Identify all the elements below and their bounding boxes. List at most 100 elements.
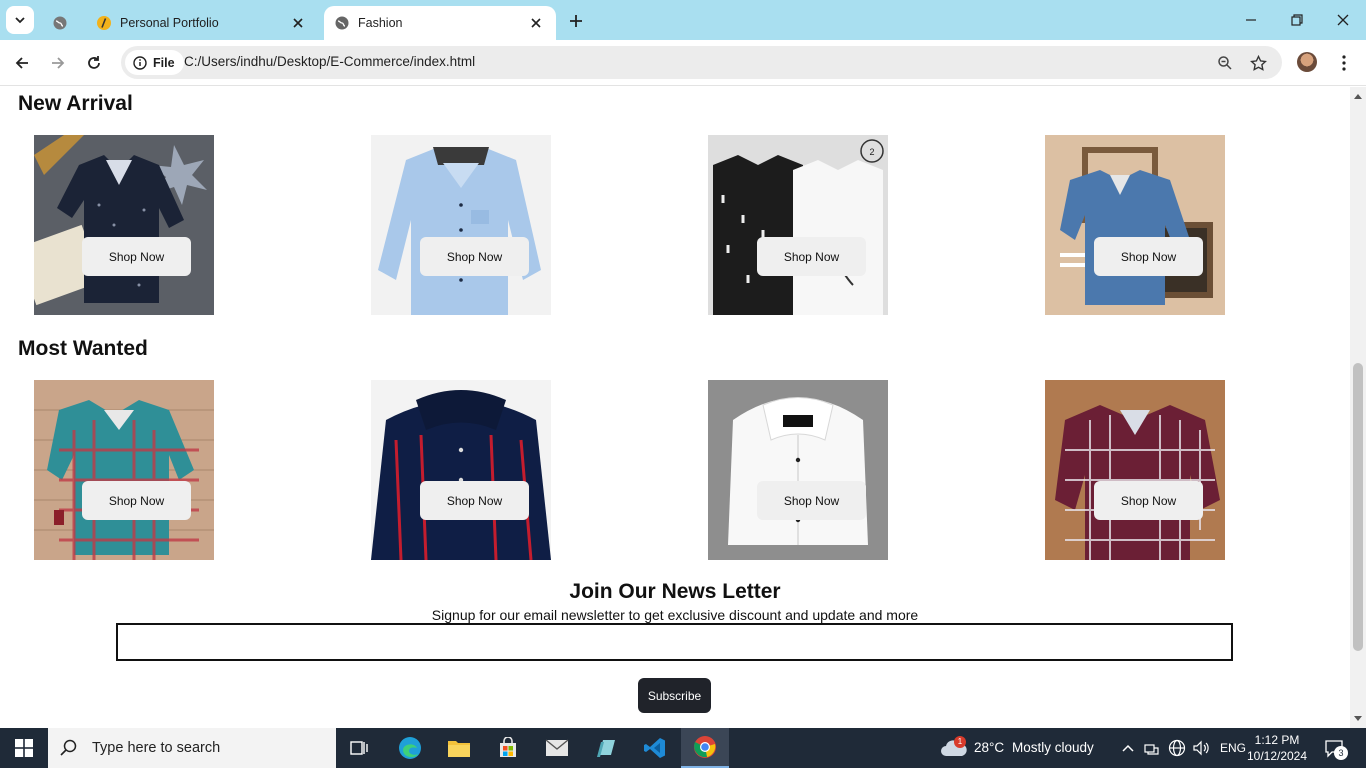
product-card[interactable]: 2 Shop Now (708, 135, 888, 315)
notification-icon[interactable]: 3 (1324, 738, 1348, 763)
windows-taskbar: Type here to search 1 28°C Mostly cloudy (0, 728, 1366, 768)
newsletter-email-input[interactable] (116, 623, 1233, 661)
clock-time: 1:12 PM (1254, 733, 1300, 747)
mail-taskbar-button[interactable] (533, 728, 581, 768)
task-view-button[interactable] (336, 728, 384, 768)
edge-icon (399, 737, 421, 759)
page-viewport: New Arrival Shop Now Shop Now 2 Shop Now… (0, 87, 1350, 728)
pinned-tab[interactable] (44, 6, 76, 40)
url-text[interactable]: C:/Users/indhu/Desktop/E-Commerce/index.… (184, 54, 475, 69)
product-card[interactable]: Shop Now (708, 380, 888, 560)
product-image (1045, 380, 1225, 560)
chrome-taskbar-button[interactable] (681, 728, 729, 768)
chrome-icon (694, 736, 716, 758)
reload-button[interactable] (80, 49, 108, 77)
newsletter-subtitle: Signup for our email newsletter to get e… (431, 607, 919, 623)
clock-date: 10/12/2024 (1246, 749, 1308, 763)
product-image: 2 (708, 135, 888, 315)
search-icon (60, 739, 77, 756)
shop-now-button[interactable]: Shop Now (420, 237, 529, 276)
task-view-icon (350, 741, 368, 755)
windows-logo-icon (15, 739, 33, 757)
network-icon[interactable] (1144, 740, 1160, 761)
speaker-icon[interactable] (1192, 739, 1210, 762)
shop-now-button[interactable]: Shop Now (82, 481, 191, 520)
product-image (708, 380, 888, 560)
site-chip-label: File (153, 55, 175, 70)
back-button[interactable] (8, 49, 36, 77)
product-card[interactable]: Shop Now (1045, 135, 1225, 315)
start-button[interactable] (0, 728, 48, 768)
product-card[interactable]: Shop Now (371, 380, 551, 560)
chevron-up-icon[interactable] (1122, 740, 1134, 758)
shop-now-button[interactable]: Shop Now (757, 481, 866, 520)
app-taskbar-button[interactable] (582, 728, 630, 768)
shop-now-button[interactable]: Shop Now (420, 481, 529, 520)
close-icon (1337, 14, 1349, 26)
restore-icon (1291, 14, 1303, 26)
subscribe-button[interactable]: Subscribe (638, 678, 711, 713)
site-info-chip[interactable]: File (125, 50, 184, 75)
tab-personal-portfolio[interactable]: Personal Portfolio (86, 6, 318, 40)
folder-icon (448, 741, 470, 757)
browser-menu-button[interactable] (1334, 50, 1354, 76)
tab-search-button[interactable] (6, 6, 34, 34)
language-indicator[interactable]: ENG (1220, 741, 1246, 755)
profile-avatar[interactable] (1297, 52, 1317, 72)
shop-now-button[interactable]: Shop Now (82, 237, 191, 276)
scroll-up-icon[interactable] (1353, 91, 1363, 101)
close-tab-icon[interactable] (290, 15, 306, 31)
vscode-taskbar-button[interactable] (631, 728, 679, 768)
product-image (371, 380, 551, 560)
edge-taskbar-button[interactable] (386, 728, 434, 768)
arrow-right-icon (52, 57, 65, 69)
product-image (1045, 135, 1225, 315)
minimize-button[interactable] (1228, 0, 1274, 40)
taskbar-search-placeholder: Type here to search (92, 740, 221, 756)
weather-badge: 1 (954, 736, 966, 748)
weather-condition[interactable]: Mostly cloudy (1012, 740, 1094, 755)
product-image (371, 135, 551, 315)
taskbar-search-box[interactable]: Type here to search (48, 728, 336, 768)
reload-icon (88, 56, 100, 69)
store-taskbar-button[interactable] (484, 728, 532, 768)
arrow-left-icon (15, 57, 28, 69)
restore-button[interactable] (1274, 0, 1320, 40)
info-icon (133, 55, 147, 70)
svg-text:2: 2 (869, 147, 874, 157)
more-vertical-icon (1342, 55, 1346, 71)
system-clock[interactable]: 1:12 PM 10/12/2024 (1244, 732, 1310, 764)
section-title-most-wanted: Most Wanted (18, 337, 148, 360)
tab-fashion[interactable]: Fashion (324, 6, 556, 40)
close-window-button[interactable] (1320, 0, 1366, 40)
product-card[interactable]: Shop Now (34, 380, 214, 560)
store-icon (500, 737, 516, 757)
forward-button[interactable] (44, 49, 72, 77)
file-explorer-taskbar-button[interactable] (435, 728, 483, 768)
address-bar[interactable]: File C:/Users/indhu/Desktop/E-Commerce/i… (121, 46, 1282, 79)
tab-title: Fashion (358, 16, 403, 30)
notification-count: 3 (1334, 746, 1348, 760)
scroll-down-icon[interactable] (1353, 714, 1363, 724)
product-card[interactable]: Shop Now (1045, 380, 1225, 560)
product-image (34, 135, 214, 315)
product-card[interactable]: Shop Now (34, 135, 214, 315)
page-scrollbar[interactable] (1350, 87, 1366, 728)
shop-now-button[interactable]: Shop Now (1094, 481, 1203, 520)
product-card[interactable]: Shop Now (371, 135, 551, 315)
browser-tab-bar: Personal Portfolio Fashion (0, 0, 1366, 40)
mail-icon (545, 739, 569, 756)
weather-widget[interactable]: 1 (940, 736, 968, 760)
shop-now-button[interactable]: Shop Now (1094, 237, 1203, 276)
portfolio-favicon (96, 15, 112, 31)
product-image (34, 380, 214, 560)
globe-icon[interactable] (1168, 739, 1186, 762)
new-tab-button[interactable] (563, 8, 589, 34)
shop-now-button[interactable]: Shop Now (757, 237, 866, 276)
scrollbar-thumb[interactable] (1353, 363, 1363, 651)
weather-temperature[interactable]: 28°C (974, 740, 1004, 755)
minimize-icon (1246, 19, 1256, 21)
bookmark-star-icon[interactable] (1247, 52, 1269, 74)
close-tab-icon[interactable] (528, 15, 544, 31)
zoom-icon[interactable] (1214, 52, 1236, 74)
